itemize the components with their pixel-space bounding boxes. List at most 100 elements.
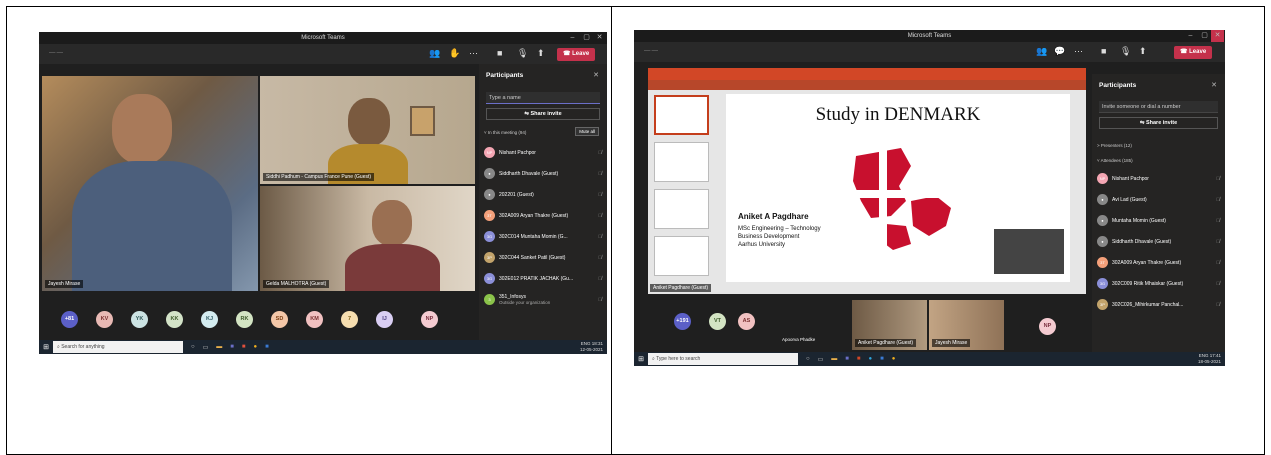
folder-icon[interactable]: ▬ <box>216 344 222 351</box>
explorer-icon[interactable]: ▭ <box>203 344 209 351</box>
avatar[interactable]: VT <box>709 313 726 330</box>
list-item[interactable]: ● 202201 (Guest) 🎙̸ <box>484 184 602 205</box>
mic-off-icon: 🎙̸ <box>598 212 602 219</box>
avatar[interactable]: +191 <box>674 313 691 330</box>
close-icon[interactable]: ✕ <box>593 71 599 79</box>
task-view-icon[interactable]: ○ <box>191 344 195 351</box>
list-item[interactable]: NP Nishant Pachpor 🎙̸ <box>484 142 602 163</box>
search-input[interactable]: Invite someone or dial a number <box>1099 101 1218 113</box>
avatar: 3P <box>1097 299 1108 310</box>
teams-app-icon[interactable]: ■ <box>845 356 849 363</box>
close-icon[interactable]: ✕ <box>1211 81 1217 89</box>
list-item[interactable]: 3P 302C044 Sanket Patil (Guest) 🎙̸ <box>484 247 602 268</box>
share-invite-button[interactable]: ⇋ Share invite <box>1099 117 1218 129</box>
ppt-ribbon <box>648 80 1086 90</box>
leave-button[interactable]: ☎ Leave <box>557 48 596 61</box>
share-screen-icon[interactable]: ⬆ <box>1139 46 1147 57</box>
current-slide: Study in DENMARK Aniket A Pagdhare MSc E… <box>726 94 1070 282</box>
panel-title: Participants <box>1099 82 1137 89</box>
word-icon[interactable]: ■ <box>880 356 884 363</box>
windows-start-icon[interactable]: ⊞ <box>634 355 648 363</box>
list-item[interactable]: 3G 302C014 Muntaha Momin (G... 🎙̸ <box>484 226 602 247</box>
avatar[interactable]: IJ <box>376 311 393 328</box>
video-tile-3: Gelda MALHOTRA (Guest) <box>260 186 475 291</box>
right-panel-frame: Microsoft Teams – ▢ ✕ —·— 👥 💬 ⋯ ■ 🎙 ⬆ ☎ … <box>611 6 1265 455</box>
task-view-icon[interactable]: ○ <box>806 356 810 363</box>
mic-off-icon: 🎙̸ <box>598 191 602 198</box>
list-item[interactable]: NP Nishant Pachpor 🎙̸ <box>1097 168 1220 189</box>
avatar[interactable]: KM <box>306 311 323 328</box>
minimize-icon[interactable]: – <box>1184 30 1197 42</box>
slide-thumbnail[interactable] <box>654 142 709 182</box>
leave-button[interactable]: ☎ Leave <box>1174 46 1213 59</box>
more-options-icon[interactable]: ⋯ <box>469 48 478 59</box>
section-header[interactable]: ˅ In this meeting (94) <box>484 130 526 135</box>
list-item[interactable]: 3T 302A009 Aryan Thakre (Guest) 🎙̸ <box>484 205 602 226</box>
list-item[interactable]: 3P 302C026_Mihirkumar Panchal... 🎙̸ <box>1097 294 1220 315</box>
office-icon[interactable]: ■ <box>242 344 246 351</box>
participants-icon[interactable]: 👥 <box>1036 46 1047 57</box>
list-item[interactable]: ● Avi Lad (Guest) 🎙̸ <box>1097 189 1220 210</box>
close-icon[interactable]: ✕ <box>1211 30 1224 42</box>
avatar[interactable]: NP <box>421 311 438 328</box>
word-icon[interactable]: ■ <box>265 344 269 351</box>
avatar[interactable]: KJ <box>201 311 218 328</box>
list-item[interactable]: ● Muntaha Momin (Guest) 🎙̸ <box>1097 210 1220 231</box>
list-item[interactable]: ● Siddharth Dhavale (Guest) 🎙̸ <box>1097 231 1220 252</box>
slide-title: Study in DENMARK <box>815 104 981 125</box>
powerpoint-icon[interactable]: ■ <box>857 356 861 363</box>
microphone-icon[interactable]: 🎙 <box>1120 46 1131 57</box>
slide-thumbnail[interactable] <box>654 95 709 135</box>
left-panel-frame: Microsoft Teams – ▢ ✕ —·— 👥 ✋ ⋯ ■ 🎙 ⬆ ☎ … <box>6 6 611 455</box>
list-item[interactable]: 3T 302A009 Aryan Thakre (Guest) 🎙̸ <box>1097 252 1220 273</box>
chrome-icon[interactable]: ● <box>254 344 258 351</box>
slide-thumbnail[interactable] <box>654 189 709 229</box>
microphone-icon[interactable]: 🎙 <box>517 48 528 59</box>
camera-icon[interactable]: ■ <box>1101 46 1106 56</box>
taskbar-search[interactable]: ⌕ Type here to search <box>648 353 798 365</box>
avatar[interactable]: YK <box>131 311 148 328</box>
windows-start-icon[interactable]: ⊞ <box>39 343 53 351</box>
wall-frame <box>410 106 435 136</box>
avatar[interactable]: KK <box>166 311 183 328</box>
list-item[interactable]: 3 351_Infosys Outside your organization 🎙̸ <box>484 289 602 310</box>
attendees-section-header[interactable]: ˅ Attendees (185) <box>1097 158 1133 163</box>
minimize-icon[interactable]: – <box>566 32 579 44</box>
list-item[interactable]: 3G 302C009 Ritik Mhaiskar (Guest) 🎙̸ <box>1097 273 1220 294</box>
teams-app-icon[interactable]: ■ <box>230 344 234 351</box>
avatar[interactable]: AS <box>738 313 755 330</box>
avatar[interactable]: SD <box>271 311 288 328</box>
folder-icon[interactable]: ▬ <box>831 356 837 363</box>
slide-thumbnail[interactable] <box>654 236 709 276</box>
share-screen-icon[interactable]: ⬆ <box>537 48 545 59</box>
participants-panel: Participants ✕ Invite someone or dial a … <box>1092 74 1225 352</box>
taskbar-search[interactable]: ⌕ Search for anything <box>53 341 183 353</box>
close-icon[interactable]: ✕ <box>593 32 606 44</box>
chat-icon[interactable]: 💬 <box>1054 46 1065 57</box>
explorer-icon[interactable]: ▭ <box>818 356 824 363</box>
mute-all-button[interactable]: Mute all <box>575 127 599 136</box>
tile-name-label: Gelda MALHOTRA (Guest) <box>263 280 330 288</box>
search-input[interactable]: Type a name <box>486 92 600 104</box>
maximize-icon[interactable]: ▢ <box>1198 30 1211 42</box>
raise-hand-icon[interactable]: ✋ <box>449 48 460 59</box>
maximize-icon[interactable]: ▢ <box>580 32 593 44</box>
avatar[interactable]: NP <box>1039 318 1056 335</box>
system-tray[interactable]: ENG 17:41 18-05-2021 <box>1198 353 1221 365</box>
avatar: NP <box>484 147 495 158</box>
avatar[interactable]: 7 <box>341 311 358 328</box>
list-item[interactable]: 3G 302E012 PRATIK JACHAK (Gu... 🎙̸ <box>484 268 602 289</box>
system-tray[interactable]: ENG 18:31 12-05-2021 <box>580 341 603 353</box>
edge-icon[interactable]: ● <box>869 356 873 363</box>
chrome-icon[interactable]: ● <box>892 356 896 363</box>
avatar[interactable]: KV <box>96 311 113 328</box>
camera-icon[interactable]: ■ <box>497 48 502 58</box>
meeting-toolbar: —·— 👥 ✋ ⋯ ■ 🎙 ⬆ ☎ Leave <box>39 44 607 64</box>
share-invite-button[interactable]: ⇋ Share invite <box>486 108 600 120</box>
participants-icon[interactable]: 👥 <box>429 48 440 59</box>
list-item[interactable]: ● Siddharth Dhavale (Guest) 🎙̸ <box>484 163 602 184</box>
avatar[interactable]: +81 <box>61 311 78 328</box>
more-options-icon[interactable]: ⋯ <box>1074 46 1083 57</box>
presenters-section-header[interactable]: ˃ Presenters (12) <box>1097 143 1132 148</box>
avatar[interactable]: RK <box>236 311 253 328</box>
